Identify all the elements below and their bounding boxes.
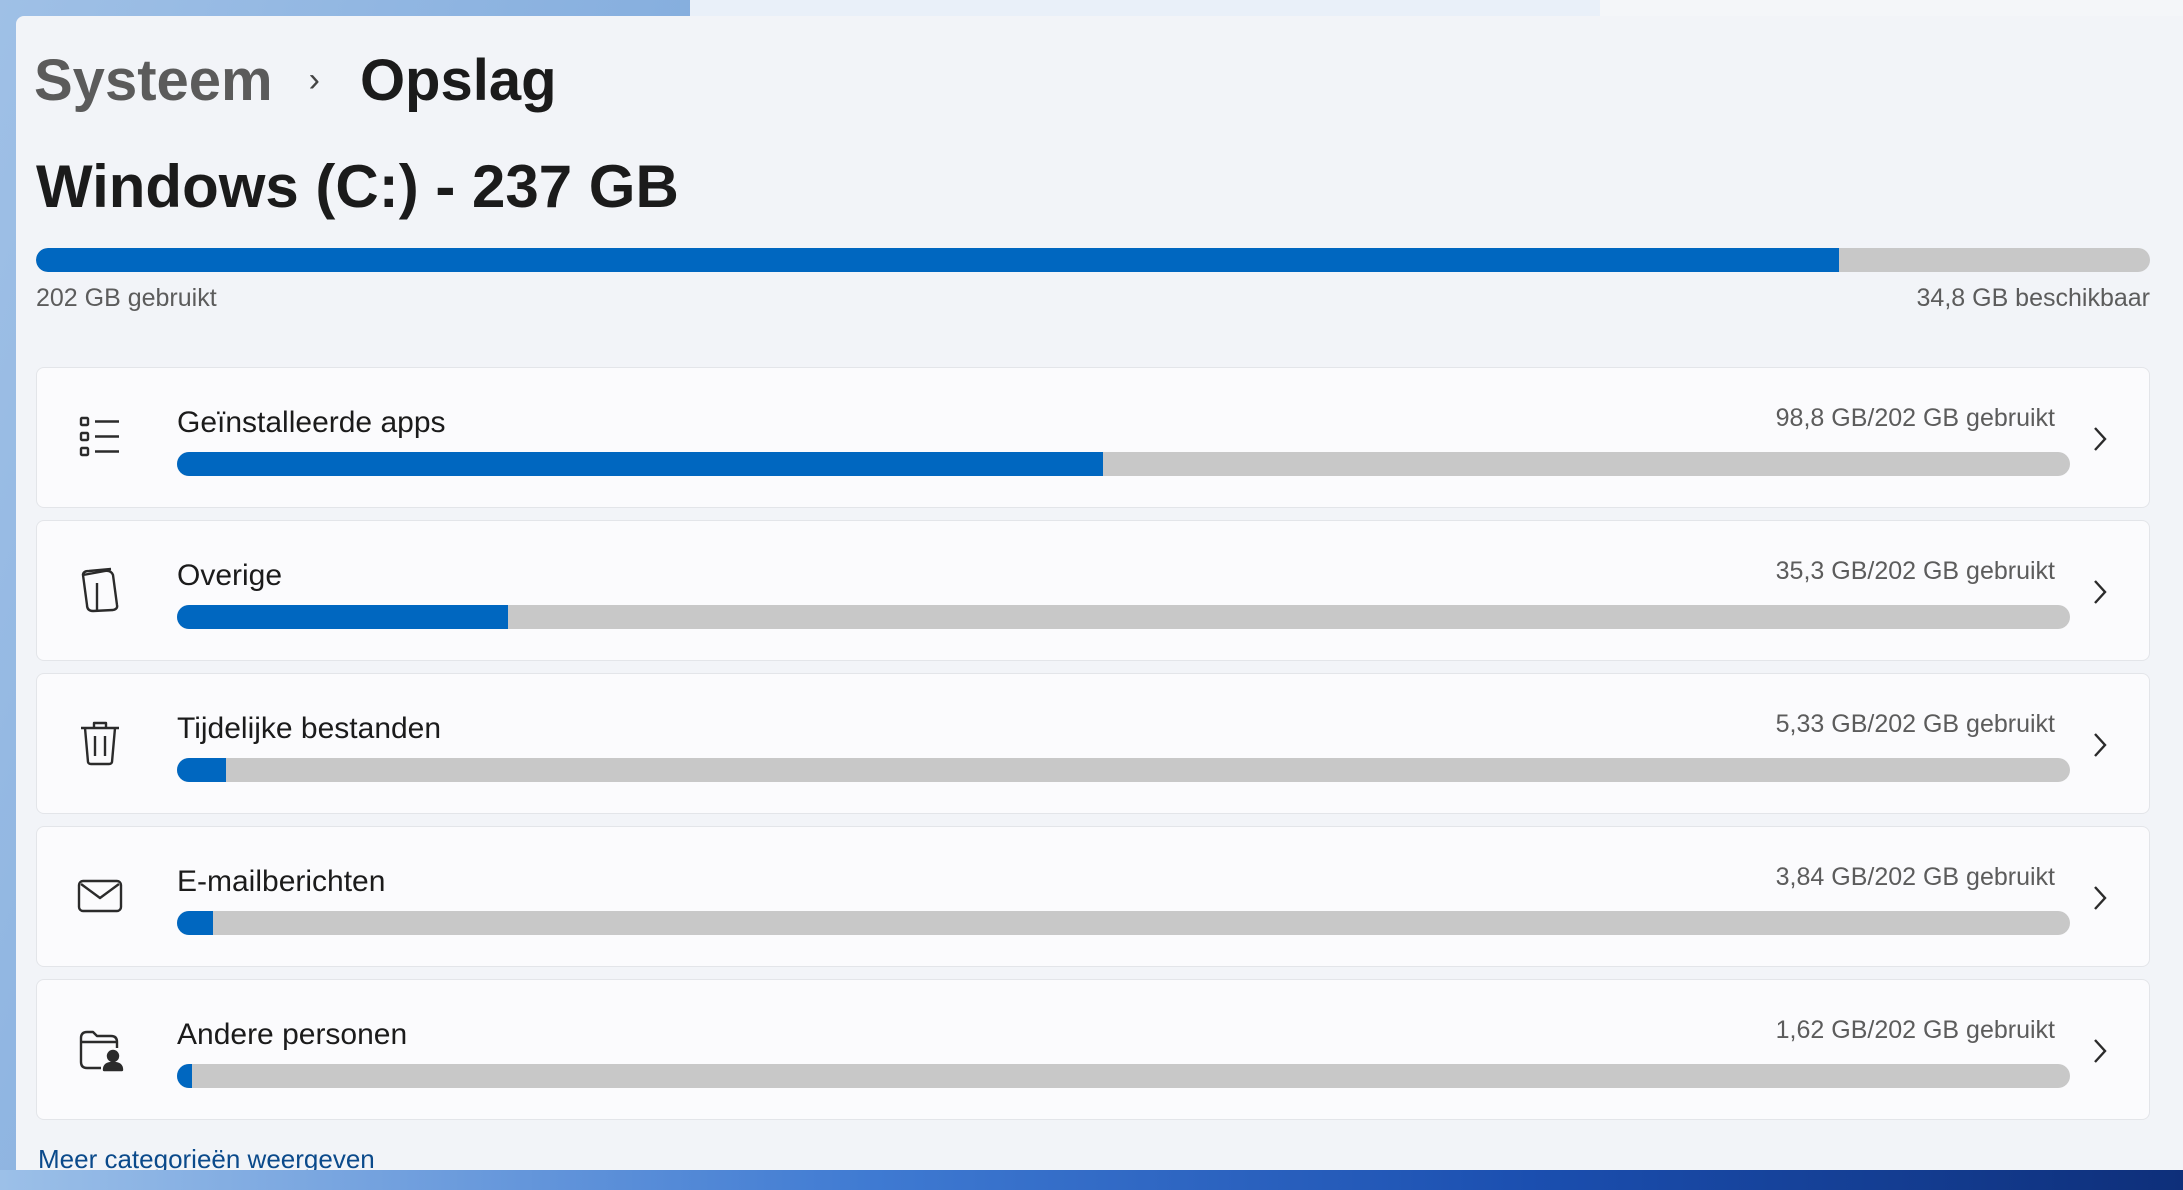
category-usage: 35,3 GB/202 GB gebruikt (1775, 557, 2055, 585)
category-usage-fill (177, 452, 1103, 476)
category-usage: 1,62 GB/202 GB gebruikt (1775, 1016, 2055, 1044)
category-usage-bar (177, 911, 2070, 935)
background-window (690, 0, 1600, 16)
category-label: Tijdelijke bestanden (177, 712, 442, 745)
chevron-right-icon (2089, 730, 2111, 760)
category-usage-bar (177, 452, 2070, 476)
category-installed-apps[interactable]: Geïnstalleerde apps 98,8 GB/202 GB gebru… (36, 367, 2150, 508)
chevron-right-icon (2089, 577, 2111, 607)
drive-title: Windows (C:) - 237 GB (36, 153, 679, 220)
chevron-right-icon: › (308, 60, 320, 99)
category-usage: 98,8 GB/202 GB gebruikt (1775, 404, 2055, 432)
drive-usage-bar (36, 248, 2150, 272)
category-other[interactable]: Overige 35,3 GB/202 GB gebruikt (36, 520, 2150, 661)
category-label: Geïnstalleerde apps (177, 406, 446, 439)
document-icon (75, 565, 125, 615)
chevron-right-icon (2089, 1036, 2111, 1066)
people-folder-icon (75, 1024, 125, 1074)
category-usage: 5,33 GB/202 GB gebruikt (1775, 710, 2055, 738)
category-usage-bar (177, 605, 2070, 629)
category-usage-fill (177, 758, 227, 782)
mail-icon (75, 871, 125, 921)
category-other-people[interactable]: Andere personen 1,62 GB/202 GB gebruikt (36, 979, 2150, 1120)
desktop-wallpaper (0, 1170, 2183, 1190)
category-list: Geïnstalleerde apps 98,8 GB/202 GB gebru… (36, 367, 2150, 1132)
chevron-right-icon (2089, 883, 2111, 913)
list-icon (75, 412, 125, 462)
chevron-right-icon (2089, 424, 2111, 454)
category-temp-files[interactable]: Tijdelijke bestanden 5,33 GB/202 GB gebr… (36, 673, 2150, 814)
page-title: Opslag (359, 47, 557, 113)
breadcrumb-systeem[interactable]: Systeem (34, 47, 273, 114)
category-label: E-mailberichten (177, 865, 386, 898)
category-usage-bar (177, 758, 2070, 782)
category-usage-fill (177, 911, 213, 935)
settings-window: Systeem › Opslag Windows (C:) - 237 GB 2… (16, 16, 2183, 1174)
category-label: Overige (177, 559, 283, 592)
category-usage-bar (177, 1064, 2070, 1088)
drive-usage-fill (36, 248, 1840, 272)
category-label: Andere personen (177, 1018, 408, 1051)
background-window-secondary (1600, 0, 2183, 16)
category-email[interactable]: E-mailberichten 3,84 GB/202 GB gebruikt (36, 826, 2150, 967)
drive-free-label: 34,8 GB beschikbaar (1916, 284, 2150, 312)
category-usage-fill (177, 1064, 193, 1088)
breadcrumb: Systeem › Opslag (34, 30, 557, 130)
drive-used-label: 202 GB gebruikt (36, 284, 217, 312)
trash-icon (75, 718, 125, 768)
category-usage: 3,84 GB/202 GB gebruikt (1775, 863, 2055, 891)
category-usage-fill (177, 605, 509, 629)
